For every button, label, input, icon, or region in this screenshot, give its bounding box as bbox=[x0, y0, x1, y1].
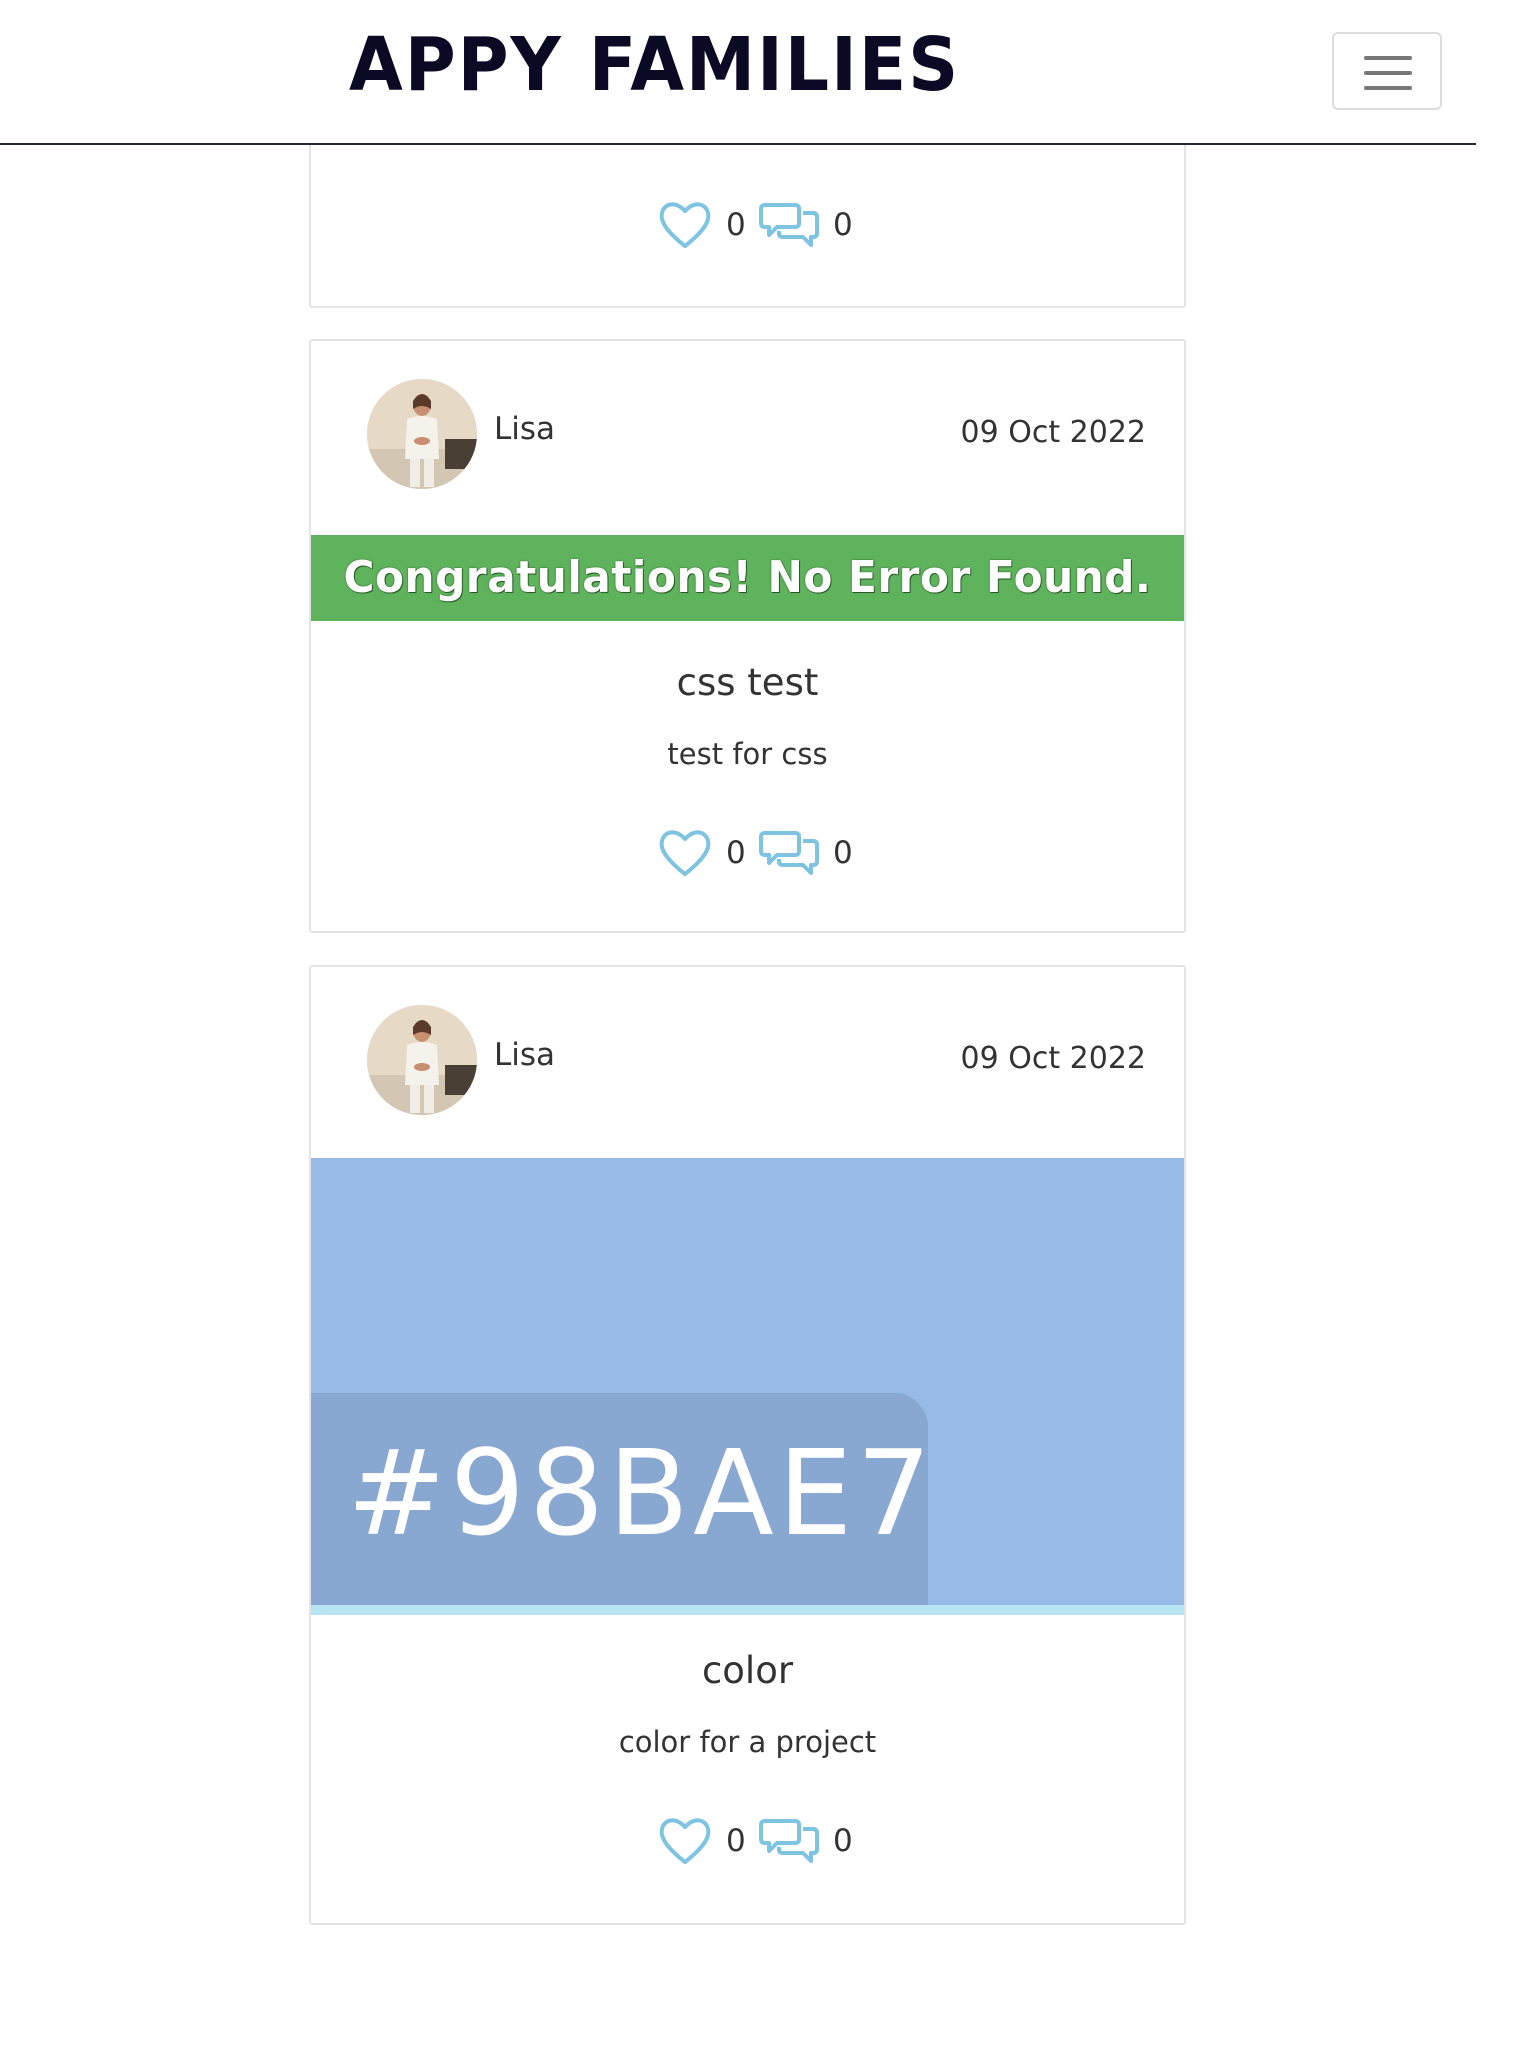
post-date: 09 Oct 2022 bbox=[960, 415, 1146, 450]
heart-icon[interactable] bbox=[658, 1815, 712, 1867]
post-image-text: Congratulations! No Error Found. bbox=[343, 552, 1152, 603]
post-card: Lisa 09 Oct 2022 #98BAE7 color color for… bbox=[309, 965, 1186, 1925]
page: 0 0 Lisa 09 Oct 2022 Congratulations! No… bbox=[0, 0, 1536, 2048]
post-title: color bbox=[701, 1649, 794, 1692]
comment-count: 0 bbox=[833, 1823, 853, 1859]
like-count: 0 bbox=[726, 207, 746, 243]
menu-toggle-button[interactable] bbox=[1332, 32, 1442, 110]
color-strip bbox=[311, 1605, 1184, 1615]
post-image[interactable]: #98BAE7 bbox=[311, 1158, 1184, 1615]
heart-icon[interactable] bbox=[658, 827, 712, 879]
hamburger-menu-icon bbox=[1364, 56, 1412, 90]
avatar-photo bbox=[367, 379, 477, 489]
post-body: color for a project bbox=[618, 1725, 877, 1759]
like-count: 0 bbox=[726, 1823, 746, 1859]
post-image[interactable]: Congratulations! No Error Found. bbox=[311, 535, 1184, 621]
comment-count: 0 bbox=[833, 835, 853, 871]
heart-icon[interactable] bbox=[658, 199, 712, 251]
post-date: 09 Oct 2022 bbox=[960, 1041, 1146, 1076]
comments-icon[interactable] bbox=[759, 827, 819, 879]
post-stats: 0 0 bbox=[658, 199, 858, 259]
brand-logo[interactable]: APPY FAMILIES bbox=[349, 18, 960, 112]
comments-icon[interactable] bbox=[759, 1815, 819, 1867]
post-stats: 0 0 bbox=[658, 827, 858, 887]
post-image-text: #98BAE7 bbox=[347, 1424, 936, 1562]
avatar[interactable] bbox=[367, 379, 477, 489]
post-stats: 0 0 bbox=[658, 1815, 858, 1875]
avatar[interactable] bbox=[367, 1005, 477, 1115]
navbar: APPY FAMILIES bbox=[0, 0, 1476, 145]
post-card: Lisa 09 Oct 2022 Congratulations! No Err… bbox=[309, 339, 1186, 933]
author-name[interactable]: Lisa bbox=[494, 411, 555, 447]
comments-icon[interactable] bbox=[759, 199, 819, 251]
post-body: test for css bbox=[667, 737, 828, 771]
post-title: css test bbox=[676, 661, 819, 704]
like-count: 0 bbox=[726, 835, 746, 871]
avatar-photo bbox=[367, 1005, 477, 1115]
author-name[interactable]: Lisa bbox=[494, 1037, 555, 1073]
comment-count: 0 bbox=[833, 207, 853, 243]
